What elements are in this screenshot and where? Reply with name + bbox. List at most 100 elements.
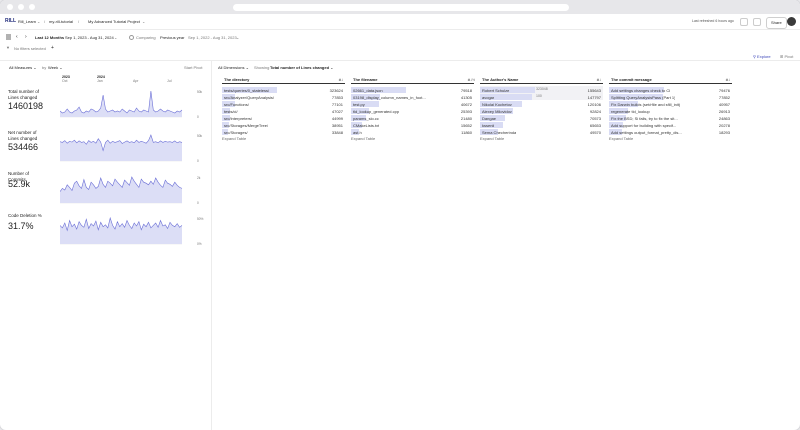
sparkline-chart[interactable]: 50k 0: [59, 83, 210, 123]
chevron-right-icon[interactable]: ›: [25, 35, 27, 40]
leaderboard-title: The Author's Name: [482, 77, 519, 82]
explore-tab[interactable]: ⚲ Explore: [753, 55, 771, 59]
breadcrumb-project[interactable]: my-rill-tutorial: [49, 19, 73, 24]
leaderboard-header[interactable]: The commit message #↓: [609, 76, 732, 84]
chevron-down-icon[interactable]: ⌄: [114, 35, 117, 40]
row-value: 77852: [718, 94, 730, 100]
all-measures-dropdown[interactable]: All Measures ⌄: [9, 66, 37, 70]
leaderboard-row[interactable]: params_slo.cc 21480: [351, 114, 474, 121]
leaderboard-row[interactable]: Fix Darwin builds (set/rfile and sfill_i…: [609, 100, 732, 107]
metric-value: 52.9k: [8, 179, 31, 189]
leaderboard-row[interactable]: ast.h 11860: [351, 128, 474, 135]
leaderboard-row[interactable]: Add support for building with specif... 2…: [609, 121, 732, 128]
pivot-tab[interactable]: ⊞ Pivot: [780, 55, 793, 59]
leaderboard-row[interactable]: regenerate tld_lookup 26913: [609, 107, 732, 114]
chevron-down-icon[interactable]: ⌄: [142, 19, 145, 24]
sort-icon[interactable]: #↓: [339, 78, 343, 82]
leaderboard-row[interactable]: 03198_display_column_names_in_foot... 413…: [351, 93, 474, 100]
expand-table-link[interactable]: Expand Table: [480, 136, 504, 141]
leaderboard-row[interactable]: Robert Schulze 155643 323048: [480, 86, 603, 93]
comparing-toggle-icon[interactable]: [129, 35, 134, 40]
breadcrumb-separator: /: [44, 18, 46, 24]
leaderboard-row[interactable]: Alexey Milovidov 92824: [480, 107, 603, 114]
leaderboard-row[interactable]: avogar 147797 100: [480, 93, 603, 100]
time-range-dates[interactable]: Sep 1, 2023 - Aug 31, 2024: [65, 35, 114, 40]
y-tick-label: 0%: [197, 242, 202, 246]
sparkline-chart[interactable]: 2k 0: [59, 169, 210, 209]
leaderboard-row[interactable]: src/Interpreters/44999: [222, 114, 345, 121]
menu-icon[interactable]: [5, 34, 13, 40]
add-filter-button[interactable]: +: [51, 46, 54, 51]
leaderboard-row[interactable]: Add settings output_format_pretty_dis...…: [609, 128, 732, 135]
y-tick-label: 0: [197, 159, 199, 163]
showing-label: Showing: [254, 65, 270, 70]
row-label: tests/ci/: [224, 108, 238, 114]
row-value: 33848: [331, 129, 343, 135]
row-label: tests/queries/0_stateless/: [224, 87, 270, 93]
chevron-down-icon[interactable]: ⌄: [37, 19, 40, 24]
chevron-down-icon[interactable]: ⌄: [236, 35, 239, 40]
breadcrumb-dashboard[interactable]: My Advanced Tutorial Project: [88, 19, 140, 24]
start-pivot-button[interactable]: Start Pivot: [184, 66, 202, 70]
row-value: 70573: [589, 115, 601, 121]
expand-table-link[interactable]: Expand Table: [222, 136, 246, 141]
leaderboard-row[interactable]: tests/ci/47027: [222, 107, 345, 114]
hover-value: 323048: [536, 86, 548, 91]
expand-table-link[interactable]: Expand Table: [609, 136, 633, 141]
sort-icon[interactable]: #↓: [726, 78, 730, 82]
measure-dropdown[interactable]: Total number of Lines changed ⌄: [270, 66, 334, 70]
breadcrumb-separator: /: [78, 18, 80, 24]
leaderboard-header[interactable]: The Author's Name #↓: [480, 76, 603, 84]
time-grain-dropdown[interactable]: Week ⌄: [48, 66, 63, 70]
time-range-label[interactable]: Last 12 Months: [35, 35, 64, 40]
y-tick-label: 2k: [197, 176, 201, 180]
rill-logo[interactable]: RILL: [5, 19, 16, 24]
sparkline-chart[interactable]: 50% 0%: [59, 210, 210, 250]
leaderboard-row[interactable]: src/Storages/MergeTree/38951: [222, 121, 345, 128]
leaderboard-row[interactable]: tld_lookup_generated.cpp 25393: [351, 107, 474, 114]
metric-label: Code Deletion %: [8, 213, 42, 218]
leaderboard-row[interactable]: Sema Checherinda 49570: [480, 128, 603, 135]
leaderboard-row[interactable]: CMakeLists.txt 15652: [351, 121, 474, 128]
row-value: 15652: [460, 122, 472, 128]
row-label: src/Analyzer/QueryAnalysis/: [224, 94, 275, 100]
row-value: 323624: [329, 87, 343, 93]
leaderboard-row[interactable]: Nikolai Kochetov 120106: [480, 100, 603, 107]
leaderboard-row[interactable]: Fix the BSD; Si falls, try to fix the si…: [609, 114, 732, 121]
row-value: 21480: [460, 115, 472, 121]
address-bar[interactable]: [233, 4, 569, 11]
chevron-left-icon[interactable]: ‹: [16, 35, 18, 40]
window-maximize-dot[interactable]: [29, 4, 35, 10]
avatar[interactable]: [787, 17, 796, 26]
row-label: kssenii: [482, 122, 495, 128]
leaderboard-row[interactable]: kssenii 65653: [480, 121, 603, 128]
breadcrumb-org[interactable]: Rill_Learn: [18, 19, 36, 24]
row-label: src/Storages/MergeTree/: [224, 122, 269, 128]
sparkline-svg: 50k 0: [59, 134, 203, 163]
leaderboard-row[interactable]: Splitting QueryAnalysisPass (Part 1) 7785…: [609, 93, 732, 100]
bookmark-icon[interactable]: [753, 18, 761, 26]
expand-table-link[interactable]: Expand Table: [351, 136, 375, 141]
all-dimensions-dropdown[interactable]: All Dimensions ⌄: [218, 66, 249, 70]
window-minimize-dot[interactable]: [18, 4, 24, 10]
row-value: 77853: [331, 94, 343, 100]
sort-icon[interactable]: #↓: [597, 78, 601, 82]
leaderboard-row[interactable]: test.py 40672: [351, 100, 474, 107]
sparkline-chart[interactable]: 50k 0: [59, 127, 210, 167]
comparison-label[interactable]: Previous year: [160, 35, 184, 40]
bell-icon[interactable]: [740, 18, 748, 26]
leaderboard-header[interactable]: The filename #↓: [351, 76, 474, 84]
leaderboard-row[interactable]: src/Functions/77101: [222, 100, 345, 107]
leaderboard-header[interactable]: The directory #↓: [222, 76, 345, 84]
sort-icon[interactable]: #↓: [468, 78, 472, 82]
comparing-label[interactable]: Comparing: [136, 35, 156, 40]
leaderboard-row[interactable]: 02661_data.json 79518: [351, 86, 474, 93]
leaderboard-row[interactable]: Add settings changes check to CI 79476: [609, 86, 732, 93]
share-button[interactable]: Share: [766, 17, 787, 29]
leaderboard-row[interactable]: Dangae 70573: [480, 114, 603, 121]
leaderboard-row[interactable]: src/Analyzer/QueryAnalysis/77853: [222, 93, 345, 100]
leaderboard-row[interactable]: tests/queries/0_stateless/323624: [222, 86, 345, 93]
comparison-dates[interactable]: Sep 1, 2022 - Aug 31, 2023: [188, 35, 237, 40]
window-close-dot[interactable]: [7, 4, 13, 10]
leaderboard-row[interactable]: src/Storages/33848: [222, 128, 345, 135]
